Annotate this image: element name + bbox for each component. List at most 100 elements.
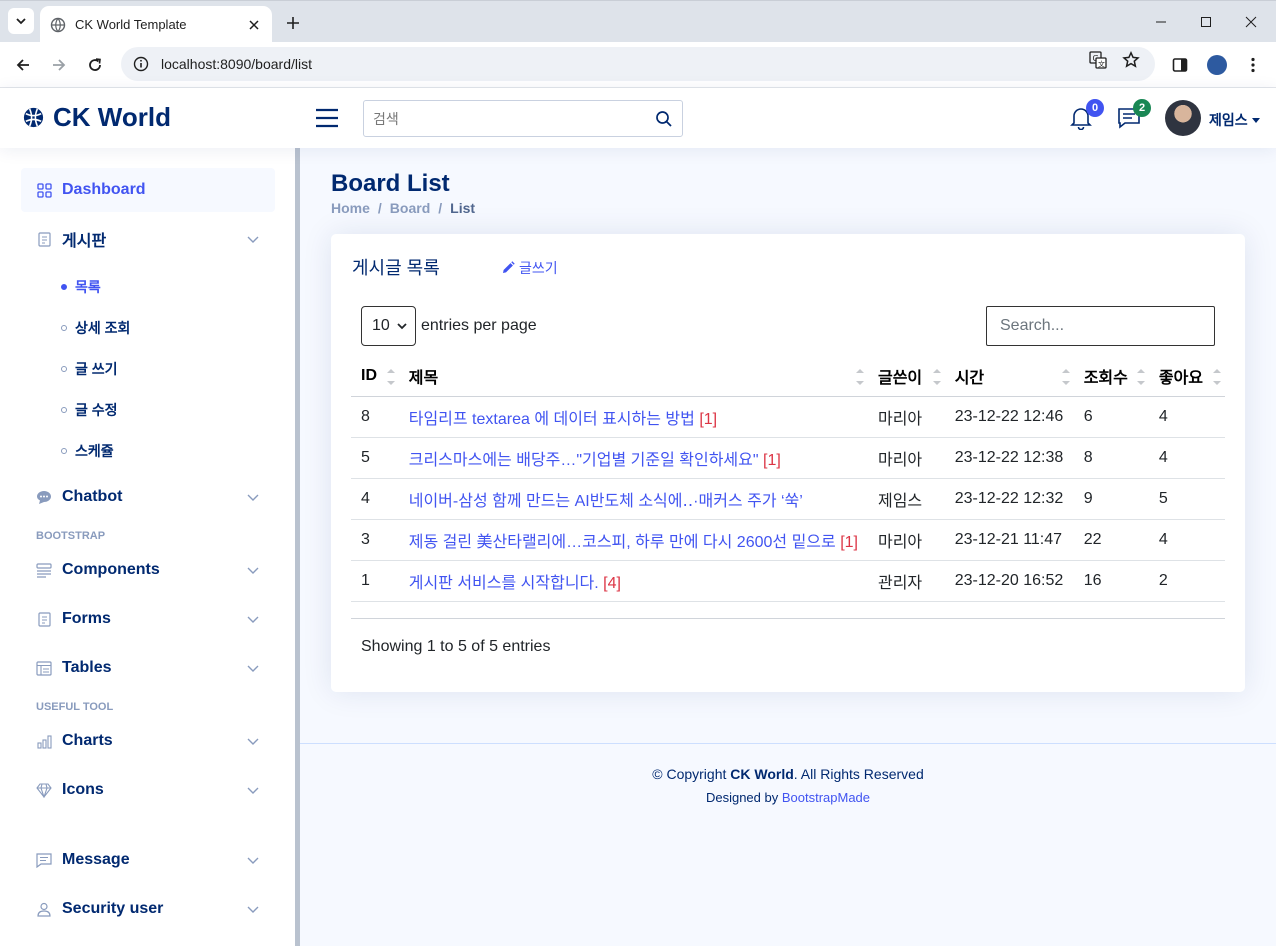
cell-likes: 4 (1148, 519, 1225, 561)
cell-time: 23-12-20 16:52 (944, 560, 1074, 602)
cell-author: 마리아 (867, 519, 945, 561)
column-header-author[interactable]: 글쓴이 (867, 356, 945, 397)
cell-time: 23-12-21 11:47 (944, 519, 1074, 561)
cell-author: 관리자 (867, 560, 945, 602)
messages-button[interactable]: 2 (1117, 99, 1151, 132)
copyright-suffix: . All Rights Reserved (793, 766, 924, 782)
sidebar-item-charts[interactable]: Charts (21, 719, 275, 763)
sidebar-item-forms[interactable]: Forms (21, 597, 275, 641)
notifications-badge: 0 (1086, 99, 1104, 117)
maximize-button[interactable] (1195, 11, 1217, 33)
reload-button[interactable] (82, 52, 108, 78)
browser-tab[interactable]: CK World Template (40, 6, 272, 43)
cell-likes: 2 (1148, 560, 1225, 602)
header-search-form (363, 100, 683, 137)
sidebar-item-chatbot[interactable]: Chatbot (21, 475, 275, 519)
board-table: ID 제목 글쓴이 시간 조회수 좋아요 8 타임리프 textarea 에 데… (351, 356, 1225, 602)
bookmark-star-icon[interactable] (1122, 51, 1140, 69)
sidebar-toggle-button[interactable] (315, 107, 339, 129)
sidebar-item-tables[interactable]: Tables (21, 646, 275, 690)
cell-views: 16 (1073, 560, 1149, 602)
site-info-icon[interactable] (133, 56, 149, 72)
sidebar-item-label: Icons (62, 781, 104, 798)
chevron-down-icon (247, 906, 259, 913)
sidebar-item-label: Dashboard (62, 181, 146, 198)
chevron-down-icon (247, 567, 259, 574)
cell-likes: 5 (1148, 478, 1225, 520)
table-row: 8 타임리프 textarea 에 데이터 표시하는 방법 [1] 마리아 23… (351, 396, 1225, 438)
search-icon[interactable] (655, 110, 673, 128)
sidebar-item-icons[interactable]: Icons (21, 768, 275, 812)
cell-likes: 4 (1148, 396, 1225, 438)
brand-name: CK World (53, 102, 171, 132)
address-bar[interactable]: localhost:8090/board/list (121, 47, 1155, 81)
column-header-likes[interactable]: 좋아요 (1148, 356, 1225, 397)
bullet-icon (61, 447, 67, 454)
sidebar-item-label: Tables (62, 659, 112, 676)
cell-time: 23-12-22 12:46 (944, 396, 1074, 438)
hamburger-icon (316, 108, 338, 128)
table-row: 4 네이버-삼성 함께 만드는 AI반도체 소식에‥·매커스 주가 ‘쑥’ 제임… (351, 478, 1225, 520)
post-title-link[interactable]: 게시판 서비스를 시작합니다. (409, 575, 599, 592)
breadcrumb-home[interactable]: Home (331, 200, 370, 216)
avatar[interactable] (1165, 100, 1201, 136)
chat-dots-icon (36, 489, 52, 505)
bullet-icon (61, 283, 67, 290)
sidebar-item-board[interactable]: 게시판 (21, 217, 275, 261)
close-window-button[interactable] (1240, 11, 1262, 33)
sidebar-item-label: Components (62, 561, 160, 578)
table-search-input[interactable] (1000, 317, 1201, 335)
column-header-label: ID (361, 366, 377, 384)
messages-badge: 2 (1133, 99, 1151, 117)
profile-button[interactable] (1204, 52, 1230, 78)
close-tab-icon[interactable] (246, 17, 262, 33)
post-title-link[interactable]: 크리스마스에는 배당주…"기업별 기준일 확인하세요" (409, 452, 759, 469)
journal-icon (36, 231, 52, 247)
post-title-link[interactable]: 네이버-삼성 함께 만드는 AI반도체 소식에‥·매커스 주가 ‘쑥’ (409, 493, 803, 510)
person-icon (36, 901, 52, 917)
sidebar-item-components[interactable]: Components (21, 548, 275, 592)
chevron-down-icon (397, 323, 407, 330)
sort-icon (855, 369, 864, 385)
sidebar-item-security-user[interactable]: Security user (21, 887, 275, 931)
sidebar-item-message[interactable]: Message (21, 838, 275, 882)
bullet-icon (61, 406, 67, 413)
user-menu-toggle[interactable]: 제임스 (1209, 110, 1260, 130)
notifications-button[interactable]: 0 (1070, 99, 1104, 132)
column-header-id[interactable]: ID (351, 356, 399, 397)
tab-search-button[interactable] (8, 8, 34, 34)
column-header-time[interactable]: 시간 (944, 356, 1074, 397)
close-icon (1245, 16, 1257, 28)
designer-link[interactable]: BootstrapMade (782, 790, 870, 805)
post-title-link[interactable]: 제동 걸린 美산타랠리에…코스피, 하루 만에 다시 2600선 밑으로 (409, 534, 836, 551)
new-tab-button[interactable] (282, 12, 304, 34)
sidebar-subitem-edit[interactable]: 글 수정 (21, 389, 275, 430)
sidebar-item-dashboard[interactable]: Dashboard (21, 168, 275, 212)
chat-left-text-icon (36, 852, 52, 868)
write-post-link[interactable]: 글쓰기 (501, 258, 558, 278)
forward-button[interactable] (46, 52, 72, 78)
sidebar-subitem-schedule[interactable]: 스케쥴 (21, 430, 275, 471)
sort-icon (1136, 369, 1145, 385)
sidebar-subitem-label: 상세 조회 (75, 319, 131, 336)
breadcrumb-separator: / (438, 200, 443, 216)
minimize-button[interactable] (1150, 11, 1172, 33)
sidebar-subitem-write[interactable]: 글 쓰기 (21, 348, 275, 389)
side-panel-button[interactable] (1167, 52, 1193, 78)
sidebar-subitem-list[interactable]: 목록 (21, 266, 275, 307)
back-button[interactable] (10, 52, 36, 78)
minimize-icon (1156, 21, 1166, 23)
brand-logo[interactable]: CK World (22, 102, 171, 133)
header-search-input[interactable] (373, 110, 655, 127)
browser-menu-button[interactable] (1240, 52, 1266, 78)
post-title-link[interactable]: 타임리프 textarea 에 데이터 표시하는 방법 (409, 411, 695, 428)
column-header-views[interactable]: 조회수 (1073, 356, 1149, 397)
kebab-menu-icon (1251, 57, 1255, 73)
bar-chart-icon (36, 733, 52, 749)
tab-title: CK World Template (75, 17, 187, 32)
per-page-select[interactable]: 10 (361, 306, 416, 346)
column-header-title[interactable]: 제목 (398, 356, 868, 397)
translate-icon[interactable]: G文 (1089, 51, 1107, 69)
sidebar-subitem-detail[interactable]: 상세 조회 (21, 307, 275, 348)
breadcrumb-board[interactable]: Board (390, 200, 430, 216)
